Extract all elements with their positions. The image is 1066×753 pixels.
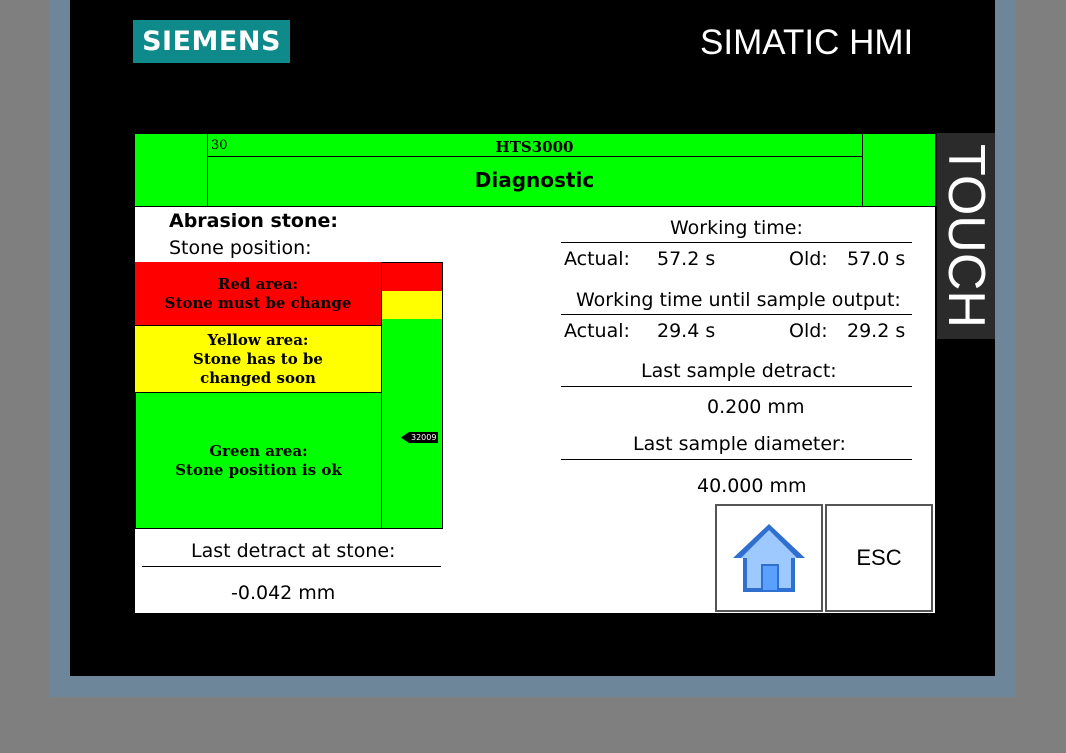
red-area-desc: Stone must be change — [164, 293, 352, 312]
logo-text: SIEMENS — [142, 26, 281, 57]
divider — [561, 459, 912, 460]
divider — [561, 314, 912, 315]
working-time-old-value: 57.0 s — [847, 248, 906, 270]
stone-position-pointer: 32009 — [401, 432, 439, 443]
green-area-desc: Stone position is ok — [175, 460, 342, 479]
page-title: Diagnostic — [474, 168, 595, 192]
siemens-logo: SIEMENS — [133, 20, 290, 63]
header-left-cell — [135, 134, 208, 206]
sample-output-old-value: 29.2 s — [847, 320, 906, 342]
product-name: SIMATIC HMI — [700, 23, 914, 62]
sample-detract-value: 0.200 mm — [707, 396, 805, 418]
sample-detract-label: Last sample detract: — [641, 360, 837, 382]
working-time-old-label: Old: — [789, 248, 828, 270]
bar-yellow-segment — [382, 291, 442, 319]
home-icon — [733, 524, 805, 592]
stone-position-bar — [381, 262, 443, 529]
touch-label-panel: TOUCH — [937, 133, 995, 339]
sample-output-label: Working time until sample output: — [576, 289, 901, 311]
yellow-area-line1: Stone has to be — [193, 349, 323, 368]
divider — [561, 242, 912, 243]
last-detract-stone-label: Last detract at stone: — [191, 540, 396, 562]
yellow-area-legend: Yellow area: Stone has to be changed soo… — [135, 326, 381, 393]
green-area-title: Green area: — [209, 441, 308, 460]
red-area-title: Red area: — [217, 274, 299, 293]
sample-diameter-value: 40.000 mm — [697, 475, 807, 497]
working-time-actual-value: 57.2 s — [657, 248, 716, 270]
red-area-legend: Red area: Stone must be change — [135, 262, 381, 326]
yellow-area-title: Yellow area: — [207, 330, 309, 349]
touch-label: TOUCH — [937, 144, 995, 328]
yellow-area-line2: changed soon — [200, 368, 316, 387]
divider — [142, 566, 441, 567]
sample-output-old-label: Old: — [789, 320, 828, 342]
abrasion-stone-heading: Abrasion stone: — [169, 210, 338, 232]
working-time-actual-label: Actual: — [564, 248, 630, 270]
header-right-cell — [862, 134, 935, 206]
sample-diameter-label: Last sample diameter: — [633, 433, 846, 455]
esc-button[interactable]: ESC — [825, 504, 933, 612]
divider — [561, 386, 912, 387]
home-button[interactable] — [715, 504, 823, 612]
hmi-screen: 30 HTS3000 Diagnostic Abrasion stone: St… — [135, 134, 935, 613]
bar-red-segment — [382, 263, 442, 291]
stone-position-label: Stone position: — [169, 237, 312, 259]
esc-button-label: ESC — [856, 545, 902, 570]
machine-model: HTS3000 — [495, 138, 574, 156]
sample-output-actual-label: Actual: — [564, 320, 630, 342]
last-detract-stone-value: -0.042 mm — [231, 582, 336, 604]
working-time-label: Working time: — [670, 217, 803, 239]
header-bar: 30 HTS3000 Diagnostic — [135, 134, 935, 207]
green-area-legend: Green area: Stone position is ok — [135, 393, 381, 529]
sample-output-actual-value: 29.4 s — [657, 320, 716, 342]
